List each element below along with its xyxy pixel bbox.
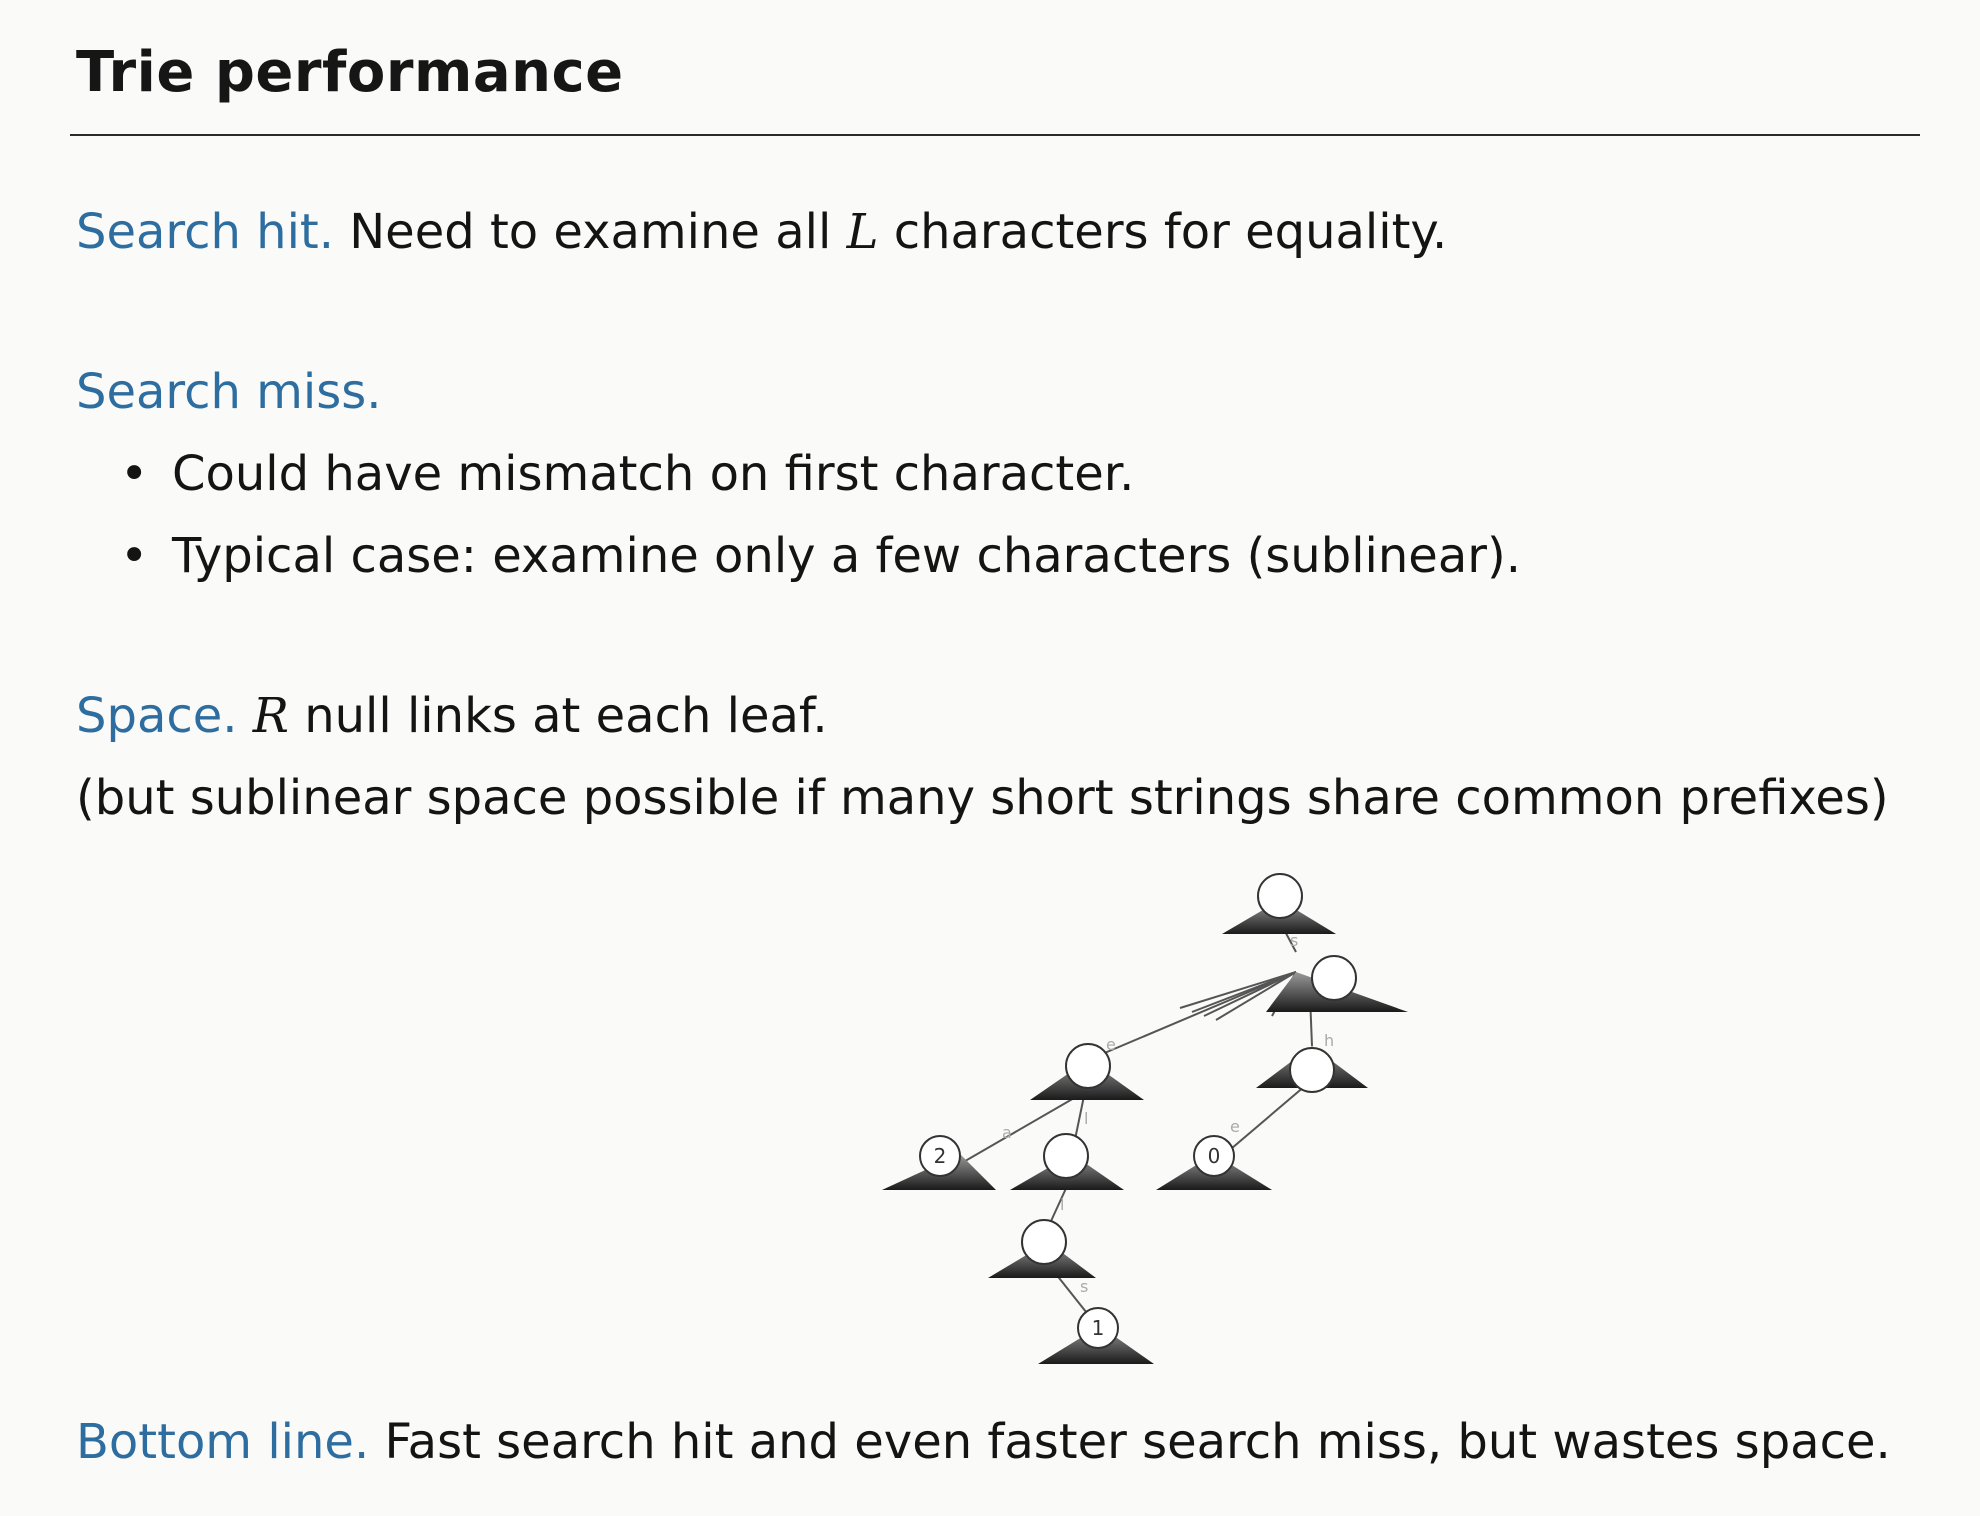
bottom-line-text: Fast search hit and even faster search m…: [384, 1414, 1891, 1470]
space-term: Space.: [76, 688, 238, 744]
trie-diagram: s e h a l e l s 2 0 1: [882, 873, 1408, 1364]
edge-label-l: l: [1084, 1109, 1088, 1128]
edge-label-s: s: [1080, 1277, 1088, 1296]
search-hit-var: L: [846, 204, 879, 260]
trie-node: [1021, 1219, 1067, 1265]
edge-label-a: a: [1002, 1123, 1012, 1142]
space-paragraph: Space. R null links at each leaf.: [76, 692, 828, 740]
node-value-label: 1: [1092, 1316, 1105, 1340]
search-miss-heading: Search miss.: [76, 368, 382, 416]
trie-node: [1257, 873, 1303, 919]
search-hit-text-pre: Need to examine all: [349, 204, 847, 260]
space-note: (but sublinear space possible if many sh…: [76, 770, 1889, 826]
bullet-item: • Typical case: examine only a few charac…: [120, 532, 1521, 580]
bottom-line-paragraph: Bottom line. Fast search hit and even fa…: [76, 1418, 1891, 1466]
bullet-dot: •: [120, 528, 149, 584]
bullet-item: • Could have mismatch on first character.: [120, 450, 1134, 498]
search-hit-term: Search hit.: [76, 204, 334, 260]
trie-node: [1065, 1043, 1111, 1089]
space-var: R: [252, 688, 289, 744]
node-value-label: 0: [1208, 1144, 1221, 1168]
edge-label-e: e: [1106, 1035, 1116, 1054]
trie-edge: [1087, 971, 1297, 1061]
search-hit-paragraph: Search hit. Need to examine all L charac…: [76, 208, 1447, 256]
edge-label-e: e: [1230, 1117, 1240, 1136]
search-miss-term: Search miss.: [76, 364, 382, 420]
trie-node: [1289, 1047, 1335, 1093]
trie-node: [1043, 1133, 1089, 1179]
bullet-text: Typical case: examine only a few charact…: [172, 528, 1521, 584]
trie-node: [1311, 955, 1357, 1001]
search-hit-text-post: characters for equality.: [878, 204, 1448, 260]
title-divider: [70, 134, 1920, 136]
slide-title: Trie performance: [76, 40, 624, 105]
edge-label-l: l: [1060, 1195, 1064, 1214]
edge-label-h: h: [1324, 1031, 1334, 1050]
bullet-text: Could have mismatch on first character.: [172, 446, 1135, 502]
bottom-line-term: Bottom line.: [76, 1414, 370, 1470]
bullet-dot: •: [120, 446, 149, 502]
space-text: null links at each leaf.: [288, 688, 828, 744]
node-value-label: 2: [934, 1144, 947, 1168]
